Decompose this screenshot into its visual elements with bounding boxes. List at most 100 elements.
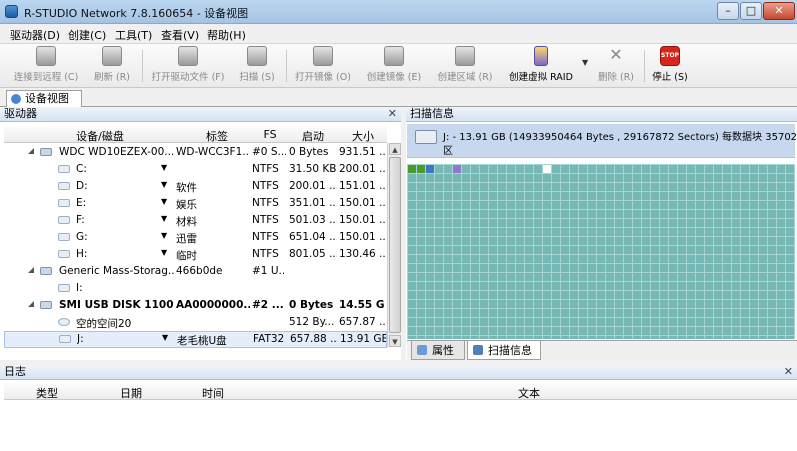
create-virtual-raid-button[interactable]: 创建虚拟 RAID bbox=[504, 46, 578, 86]
column-size[interactable]: 大小 bbox=[338, 128, 388, 144]
scan-info-banner: J: - 13.91 GB (14933950464 Bytes , 29167… bbox=[407, 124, 797, 158]
vertical-splitter[interactable] bbox=[401, 107, 406, 361]
log-column-time[interactable]: 时间 bbox=[202, 385, 224, 401]
scroll-up-icon[interactable]: ▲ bbox=[389, 143, 401, 155]
properties-icon bbox=[417, 345, 427, 355]
raid-dropdown-arrow-icon[interactable]: ▼ bbox=[582, 58, 588, 67]
table-row[interactable]: ◢ WDC WD10EZEX-00... WD-WCC3F1... #0 S..… bbox=[4, 145, 387, 162]
close-button[interactable]: ✕ bbox=[763, 2, 795, 20]
toolbar-separator bbox=[644, 50, 645, 82]
scan-block bbox=[408, 165, 416, 173]
window-title: R-STUDIO Network 7.8.160654 - 设备视图 bbox=[24, 7, 249, 20]
table-row-selected[interactable]: J: ▼ 老毛桃U盘 FAT32 657.88 ... 13.91 GB bbox=[4, 331, 387, 348]
menu-tools[interactable]: 工具(T) bbox=[115, 27, 152, 43]
open-image-icon bbox=[313, 46, 333, 66]
partition-icon bbox=[58, 250, 70, 258]
drives-panel-header: 驱动器 ✕ bbox=[0, 107, 401, 122]
table-row[interactable]: H: ▼ 临时 NTFS 801.05 ... 130.46 ... bbox=[4, 247, 387, 264]
dropdown-arrow-icon[interactable]: ▼ bbox=[161, 197, 167, 206]
hard-disk-icon bbox=[40, 148, 52, 156]
dropdown-arrow-icon[interactable]: ▼ bbox=[161, 180, 167, 189]
partition-icon bbox=[58, 165, 70, 173]
table-row[interactable]: ◢ SMI USB DISK 1100 AA0000000... #2 ... … bbox=[4, 298, 387, 315]
toolbar-separator bbox=[286, 50, 287, 82]
drives-table-header: 设备/磁盘 标签 FS 启动 大小 bbox=[4, 126, 387, 143]
partition-icon bbox=[58, 182, 70, 190]
minimize-button[interactable]: – bbox=[717, 2, 739, 20]
dropdown-arrow-icon[interactable]: ▼ bbox=[162, 333, 168, 342]
partition-icon bbox=[58, 216, 70, 224]
menu-drives[interactable]: 驱动器(D) bbox=[10, 27, 60, 43]
column-fs[interactable]: FS bbox=[252, 128, 288, 141]
dropdown-arrow-icon[interactable]: ▼ bbox=[161, 163, 167, 172]
refresh-button[interactable]: 刷新 (R) bbox=[90, 46, 134, 86]
scan-panel-header: 扫描信息 bbox=[406, 107, 797, 122]
scan-button[interactable]: 扫描 (S) bbox=[236, 46, 278, 86]
partition-icon bbox=[58, 199, 70, 207]
log-column-text[interactable]: 文本 bbox=[518, 385, 540, 401]
scan-block bbox=[543, 165, 551, 173]
tab-properties[interactable]: 属性 bbox=[411, 341, 465, 360]
app-icon bbox=[5, 5, 18, 18]
tab-device-view[interactable]: 设备视图 bbox=[6, 90, 82, 108]
log-table-header: 类型 日期 时间 文本 bbox=[4, 383, 797, 400]
usb-disk-icon bbox=[40, 267, 52, 275]
table-row[interactable]: 空的空间20 512 By... 657.87 ... bbox=[4, 315, 387, 332]
scroll-down-icon[interactable]: ▼ bbox=[389, 335, 401, 347]
log-panel-header: 日志 ✕ bbox=[0, 365, 797, 380]
toolbar-separator bbox=[142, 50, 143, 82]
create-image-button[interactable]: 创建镜像 (E) bbox=[362, 46, 426, 86]
title-bar: R-STUDIO Network 7.8.160654 - 设备视图 – □ ✕ bbox=[0, 0, 797, 24]
dropdown-arrow-icon[interactable]: ▼ bbox=[161, 214, 167, 223]
collapse-icon[interactable]: ◢ bbox=[28, 146, 34, 155]
partition-icon bbox=[59, 335, 71, 343]
drives-scrollbar[interactable]: ▲ ▼ bbox=[387, 143, 401, 347]
scan-map-grid[interactable] bbox=[407, 164, 795, 339]
column-label[interactable]: 标签 bbox=[182, 128, 252, 144]
tab-scan-info[interactable]: 扫描信息 bbox=[467, 341, 541, 360]
close-icon[interactable]: ✕ bbox=[784, 365, 793, 379]
partition-icon bbox=[58, 284, 70, 292]
connect-remote-icon bbox=[36, 46, 56, 66]
column-start[interactable]: 启动 bbox=[288, 128, 338, 144]
maximize-button[interactable]: □ bbox=[740, 2, 762, 20]
scan-icon bbox=[247, 46, 267, 66]
collapse-icon[interactable]: ◢ bbox=[28, 299, 34, 308]
scrollbar-thumb[interactable] bbox=[389, 157, 401, 333]
scan-block bbox=[426, 165, 434, 173]
scan-block bbox=[417, 165, 425, 173]
collapse-icon[interactable]: ◢ bbox=[28, 265, 34, 274]
device-view-icon bbox=[11, 94, 21, 104]
partition-icon bbox=[58, 233, 70, 241]
log-column-date[interactable]: 日期 bbox=[120, 385, 142, 401]
create-image-icon bbox=[384, 46, 404, 66]
stop-icon: STOP bbox=[660, 46, 680, 66]
open-drive-file-button[interactable]: 打开驱动文件 (F) bbox=[148, 46, 228, 86]
menu-view[interactable]: 查看(V) bbox=[161, 27, 199, 43]
table-row[interactable]: E: ▼ 娱乐 NTFS 351.01 ... 150.01 ... bbox=[4, 196, 387, 213]
log-column-type[interactable]: 类型 bbox=[36, 385, 58, 401]
open-image-button[interactable]: 打开镜像 (O) bbox=[292, 46, 354, 86]
open-drive-file-icon bbox=[178, 46, 198, 66]
toolbar: 连接到远程 (C) 刷新 (R) 打开驱动文件 (F) 扫描 (S) 打开镜像 … bbox=[0, 44, 797, 88]
drive-icon bbox=[415, 130, 437, 144]
table-row[interactable]: F: ▼ 材料 NTFS 501.03 ... 150.01 ... bbox=[4, 213, 387, 230]
table-row[interactable]: G: ▼ 迅雷 NTFS 651.04 ... 150.01 ... bbox=[4, 230, 387, 247]
dropdown-arrow-icon[interactable]: ▼ bbox=[161, 231, 167, 240]
table-row[interactable]: I: bbox=[4, 281, 387, 298]
create-region-button[interactable]: 创建区域 (R) bbox=[434, 46, 496, 86]
column-device[interactable]: 设备/磁盘 bbox=[60, 128, 140, 144]
menu-help[interactable]: 帮助(H) bbox=[207, 27, 246, 43]
dropdown-arrow-icon[interactable]: ▼ bbox=[161, 248, 167, 257]
table-row[interactable]: D: ▼ 软件 NTFS 200.01 ... 151.01 ... bbox=[4, 179, 387, 196]
usb-disk-icon bbox=[40, 301, 52, 309]
stop-button[interactable]: STOP 停止 (S) bbox=[650, 46, 690, 86]
menu-create[interactable]: 创建(C) bbox=[68, 27, 106, 43]
delete-button[interactable]: ✕ 删除 (R) bbox=[594, 46, 638, 86]
create-region-icon bbox=[455, 46, 475, 66]
table-row[interactable]: ◢ Generic Mass-Storag... 466b0de #1 U... bbox=[4, 264, 387, 281]
delete-icon: ✕ bbox=[609, 45, 623, 64]
close-icon[interactable]: ✕ bbox=[388, 107, 397, 121]
table-row[interactable]: C: ▼ NTFS 31.50 KB 200.01 ... bbox=[4, 162, 387, 179]
connect-remote-button[interactable]: 连接到远程 (C) bbox=[12, 46, 80, 86]
